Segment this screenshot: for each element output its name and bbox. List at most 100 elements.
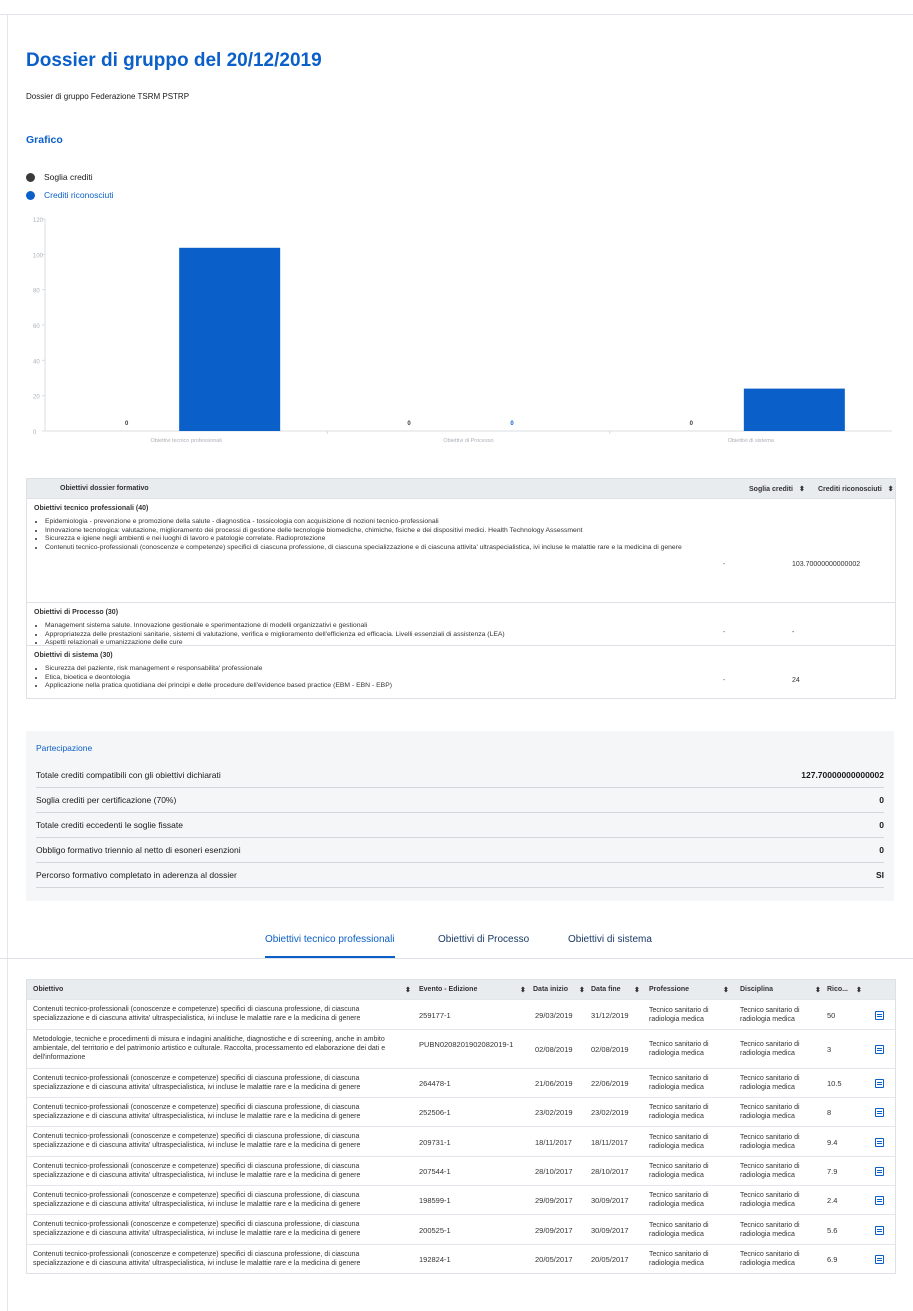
event-edition: 192824-1 xyxy=(419,1255,451,1264)
table-row: Contenuti tecnico-professionali (conosce… xyxy=(27,1156,895,1185)
event-edition: 259177-1 xyxy=(419,1010,451,1020)
col-header-data-inizio[interactable]: Data inizio xyxy=(533,986,568,993)
tab-processo[interactable]: Obiettivi di Processo xyxy=(438,934,529,956)
objective-item: Epidemiologia - prevenzione e promozione… xyxy=(45,518,735,527)
objective-list: Management sistema salute. Innovazione g… xyxy=(27,622,735,648)
legend-item-soglia[interactable]: Soglia crediti xyxy=(26,168,113,186)
event-profession: Tecnico sanitario di radiologia medica xyxy=(649,1041,709,1057)
crediti-value: 103.70000000000002 xyxy=(792,561,861,568)
col-header-disciplina[interactable]: Disciplina xyxy=(740,986,773,993)
details-icon[interactable] xyxy=(875,1045,884,1054)
event-start-date: 23/02/2019 xyxy=(535,1108,573,1117)
event-start-date: 02/08/2019 xyxy=(535,1045,573,1054)
bar-crediti[interactable] xyxy=(179,247,281,431)
event-discipline: Tecnico sanitario di radiologia medica xyxy=(740,1041,800,1057)
details-icon[interactable] xyxy=(875,1079,884,1088)
details-icon[interactable] xyxy=(875,1255,884,1264)
tab-tecnico-professionali[interactable]: Obiettivi tecnico professionali xyxy=(265,934,395,958)
event-objective: Metodologie, tecniche e procedimenti di … xyxy=(33,1036,386,1061)
sort-icon[interactable]: ⬍ xyxy=(405,986,411,994)
event-end-date: 22/06/2019 xyxy=(591,1079,629,1088)
sort-icon[interactable]: ⬍ xyxy=(520,986,526,994)
bar-data-label: 0 xyxy=(407,421,411,427)
col-header-obiettivo[interactable]: Obiettivo xyxy=(33,986,63,993)
event-credits: 3 xyxy=(827,1045,832,1054)
participation-panel: Partecipazione Totale crediti compatibil… xyxy=(26,731,894,901)
participation-label: Totale crediti eccedenti le soglie fissa… xyxy=(36,820,183,830)
event-edition: PUBN0208201902082019-1 xyxy=(419,1040,514,1049)
soglia-value: - xyxy=(723,677,726,684)
details-icon[interactable] xyxy=(875,1225,884,1235)
objective-group: Obiettivi di sistema (30) Sicurezza del p… xyxy=(27,645,895,698)
sort-icon: ⬍ xyxy=(887,485,894,493)
participation-value: 0 xyxy=(879,795,884,805)
event-objective: Contenuti tecnico-professionali (conosce… xyxy=(33,1251,361,1267)
event-profession: Tecnico sanitario di radiologia medica xyxy=(649,1133,709,1150)
col-header-data-fine[interactable]: Data fine xyxy=(591,986,621,993)
objective-group-title: Obiettivi di Processo (30) xyxy=(34,609,119,616)
event-start-date: 29/09/2017 xyxy=(535,1225,573,1235)
col-header-objective[interactable]: Obiettivi dossier formativo xyxy=(60,485,149,492)
event-objective: Contenuti tecnico-professionali (conosce… xyxy=(33,1192,361,1208)
event-edition: 264478-1 xyxy=(419,1079,451,1088)
details-icon[interactable] xyxy=(875,1137,884,1147)
details-icon[interactable] xyxy=(875,1010,884,1020)
soglia-value: - xyxy=(723,629,726,636)
legend-item-crediti[interactable]: Crediti riconosciuti xyxy=(26,186,113,204)
event-objective: Contenuti tecnico-professionali (conosce… xyxy=(33,1133,361,1149)
event-discipline: Tecnico sanitario di radiologia medica xyxy=(740,1192,800,1208)
event-discipline: Tecnico sanitario di radiologia medica xyxy=(740,1104,800,1120)
col-header-evento[interactable]: Evento - Edizione xyxy=(419,986,477,993)
participation-row: Totale crediti eccedenti le soglie fissa… xyxy=(36,813,884,838)
sort-icon[interactable]: ⬍ xyxy=(815,986,821,994)
participation-row: Totale crediti compatibili con gli obiet… xyxy=(36,763,884,788)
event-objective: Contenuti tecnico-professionali (conosce… xyxy=(33,1221,361,1237)
x-tick-label: Obiettivi tecnico professionali xyxy=(151,438,222,444)
objective-item: Sicurezza e igiene negli ambienti e nei … xyxy=(45,535,735,544)
objective-item: Contenuti tecnico-professionali (conosce… xyxy=(45,544,735,553)
table-row: Metodologie, tecniche e procedimenti di … xyxy=(27,1029,895,1068)
event-end-date: 18/11/2017 xyxy=(591,1137,628,1147)
participation-row: Percorso formativo completato in aderenz… xyxy=(36,863,884,888)
sort-icon[interactable]: ⬍ xyxy=(634,986,640,994)
x-tick-label: Obiettivi di Processo xyxy=(443,438,493,444)
participation-label: Percorso formativo completato in aderenz… xyxy=(36,870,237,880)
crediti-value: 24 xyxy=(792,677,800,684)
event-discipline: Tecnico sanitario di radiologia medica xyxy=(740,1221,800,1238)
details-icon[interactable] xyxy=(875,1108,884,1117)
event-credits: 5.6 xyxy=(827,1225,838,1235)
bar-data-label: 0 xyxy=(690,421,694,427)
details-icon[interactable] xyxy=(875,1167,884,1176)
event-end-date: 23/02/2019 xyxy=(591,1108,629,1117)
sort-icon[interactable]: ⬍ xyxy=(856,986,862,994)
col-header-crediti[interactable]: Crediti riconosciuti ⬍ xyxy=(818,485,894,493)
sort-icon[interactable]: ⬍ xyxy=(579,986,585,994)
col-header-riconosciuti[interactable]: Rico... xyxy=(827,986,848,993)
event-profession: Tecnico sanitario di radiologia medica xyxy=(649,1075,709,1091)
objectives-table: Obiettivi dossier formativo Soglia credi… xyxy=(26,478,896,699)
legend-label: Crediti riconosciuti xyxy=(44,190,114,200)
event-objective: Contenuti tecnico-professionali (conosce… xyxy=(33,1104,361,1120)
y-tick-label: 120 xyxy=(33,218,44,224)
y-tick-label: 60 xyxy=(33,324,40,330)
events-rows: Contenuti tecnico-professionali (conosce… xyxy=(27,999,895,1273)
objective-group-title: Obiettivi di sistema (30) xyxy=(34,652,113,659)
objective-group: Obiettivi di Processo (30) Management sis… xyxy=(27,602,895,648)
event-discipline: Tecnico sanitario di radiologia medica xyxy=(740,1251,800,1267)
event-start-date: 29/09/2017 xyxy=(535,1196,573,1205)
crediti-value: - xyxy=(792,629,795,636)
objective-item: Etica, bioetica e deontologia xyxy=(45,674,735,683)
event-credits: 2.4 xyxy=(827,1196,838,1205)
participation-row: Obbligo formativo triennio al netto di e… xyxy=(36,838,884,863)
event-profession: Tecnico sanitario di radiologia medica xyxy=(649,1163,709,1179)
details-icon[interactable] xyxy=(875,1196,884,1205)
col-header-professione[interactable]: Professione xyxy=(649,986,689,993)
col-header-soglia[interactable]: Soglia crediti ⬍ xyxy=(749,485,805,493)
tab-sistema[interactable]: Obiettivi di sistema xyxy=(568,934,652,956)
event-end-date: 30/09/2017 xyxy=(591,1196,629,1205)
legend-label: Soglia crediti xyxy=(44,172,93,182)
bar-crediti[interactable] xyxy=(743,388,845,431)
sort-icon[interactable]: ⬍ xyxy=(723,986,729,994)
tabs-divider xyxy=(0,958,913,959)
event-start-date: 28/10/2017 xyxy=(535,1167,573,1176)
